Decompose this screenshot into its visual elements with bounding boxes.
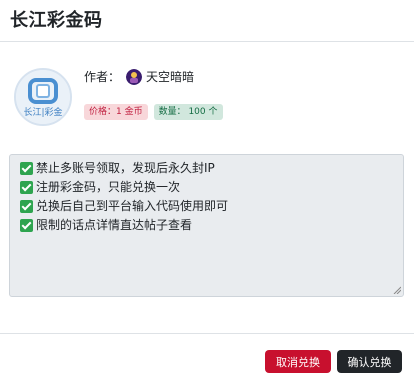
- product-logo: 长江|彩金: [14, 68, 72, 126]
- check-icon: [20, 162, 33, 175]
- modal-title: 长江彩金码: [10, 10, 103, 31]
- note-text: 兑换后自己到平台输入代码使用即可: [36, 199, 229, 213]
- badges: 价格：1 金币 数量： 100 个: [84, 104, 223, 120]
- note-line: 限制的话点详情直达帖子查看: [20, 216, 393, 235]
- check-icon: [20, 181, 33, 194]
- footer-divider: [0, 333, 414, 334]
- note-line: 注册彩金码，只能兑换一次: [20, 178, 393, 197]
- confirm-exchange-button[interactable]: 确认兑换: [337, 350, 402, 373]
- cancel-exchange-button[interactable]: 取消兑换: [265, 350, 331, 373]
- author-row: 作者： 天空暗暗: [84, 68, 194, 85]
- note-text: 限制的话点详情直达帖子查看: [36, 218, 193, 232]
- modal-header: 长江彩金码: [0, 0, 414, 42]
- note-text: 禁止多账号领取，发现后永久封IP: [36, 161, 215, 175]
- notes-textarea[interactable]: 禁止多账号领取，发现后永久封IP 注册彩金码，只能兑换一次 兑换后自己到平台输入…: [9, 154, 404, 297]
- author-label: 作者：: [84, 70, 121, 84]
- author-avatar[interactable]: [126, 68, 143, 85]
- resize-handle-icon[interactable]: [393, 286, 401, 294]
- note-line: 兑换后自己到平台输入代码使用即可: [20, 197, 393, 216]
- check-icon: [20, 200, 33, 213]
- price-badge: 价格：1 金币: [84, 104, 148, 120]
- note-line: 禁止多账号领取，发现后永久封IP: [20, 159, 393, 178]
- check-icon: [20, 219, 33, 232]
- author-name[interactable]: 天空暗暗: [146, 68, 194, 85]
- logo-text: 长江|彩金: [23, 106, 62, 118]
- note-text: 注册彩金码，只能兑换一次: [36, 180, 181, 194]
- quantity-badge: 数量： 100 个: [153, 104, 223, 120]
